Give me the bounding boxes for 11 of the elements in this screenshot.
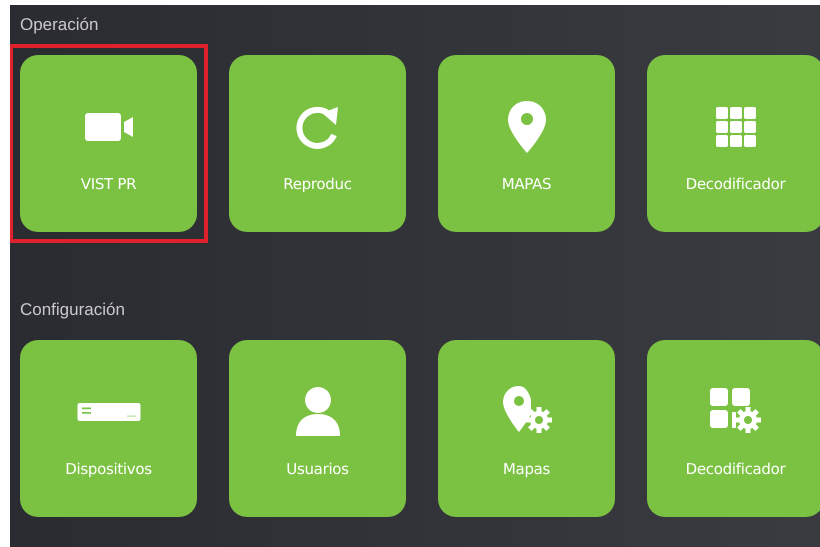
menu-tile[interactable]: Reproduc (229, 55, 406, 232)
section-title: Configuración (20, 299, 126, 321)
section-title: Operación (20, 14, 100, 36)
menu-tile[interactable]: MAPAS (438, 55, 615, 232)
menu-tile[interactable]: Dispositivos (20, 340, 197, 517)
menu-tile[interactable]: Decodificador (647, 340, 820, 517)
menu-tile[interactable]: Mapas (438, 340, 615, 517)
menu-tile[interactable]: VIST PR (20, 55, 197, 232)
menu-tile[interactable]: Decodificador (647, 55, 820, 232)
device-icon (76, 403, 140, 421)
menu-tile[interactable]: Usuarios (229, 340, 406, 517)
